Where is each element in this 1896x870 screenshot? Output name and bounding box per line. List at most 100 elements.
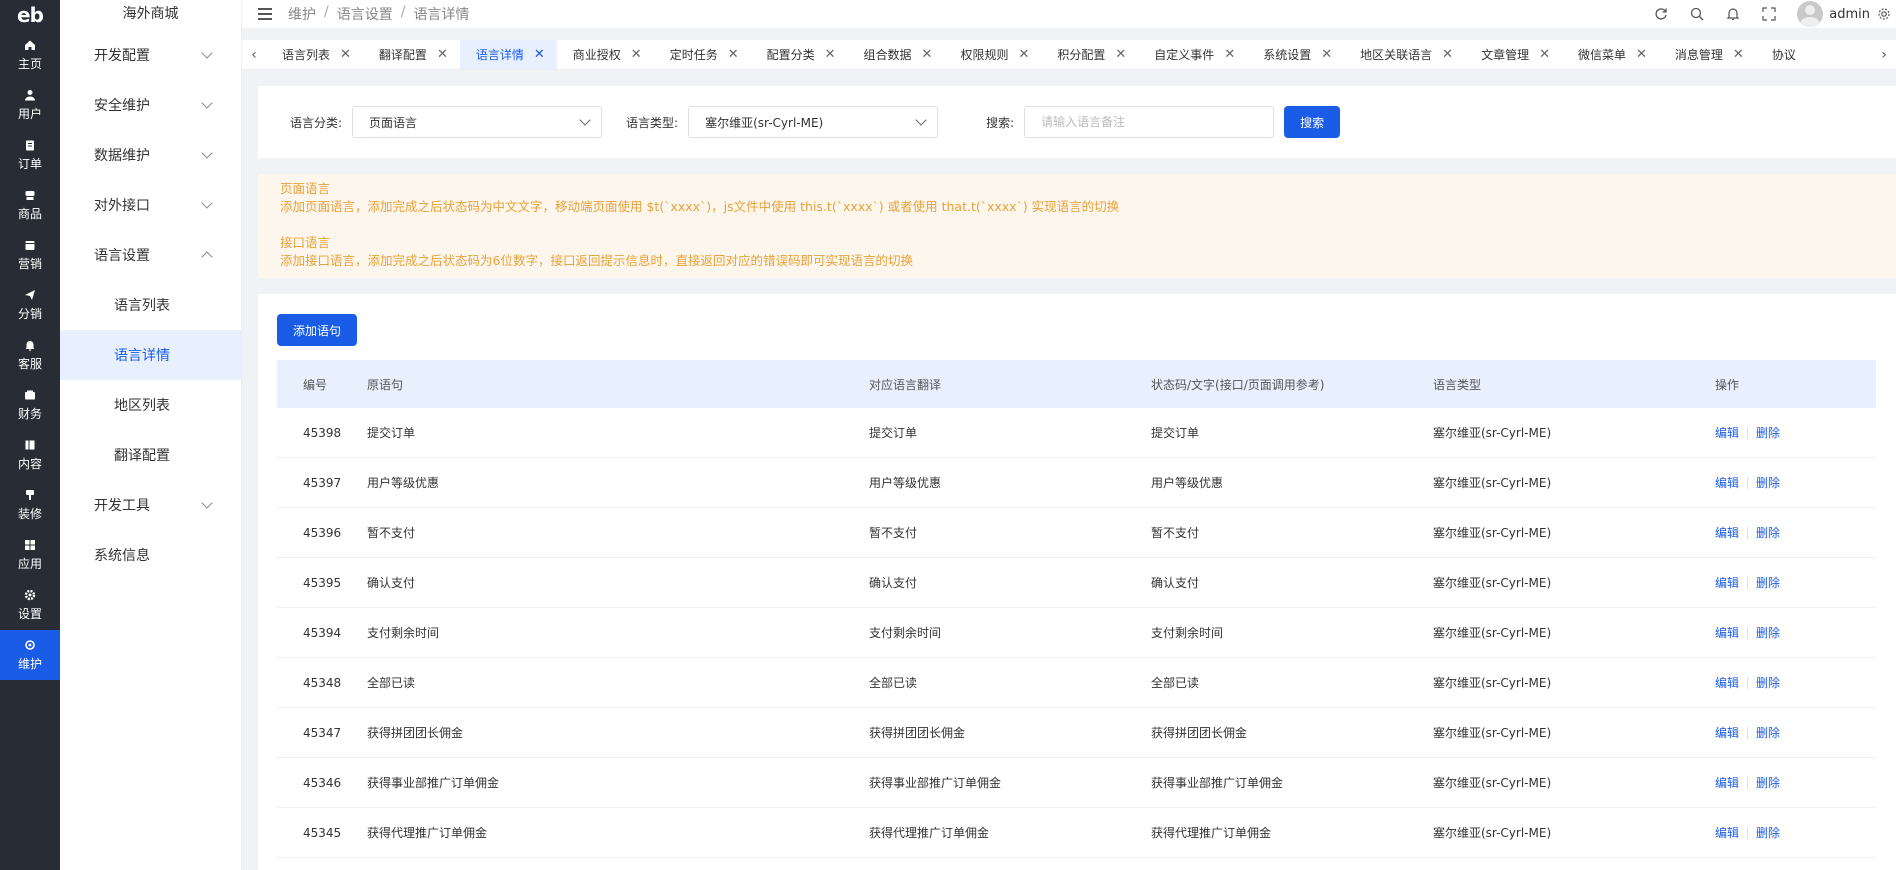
sidebar-subitem-region-list[interactable]: 地区列表 xyxy=(60,380,241,430)
tab-item[interactable]: 协议 xyxy=(1756,40,1808,69)
tab-item[interactable]: 语言详情 ✕ xyxy=(459,40,557,69)
user-menu[interactable]: admin xyxy=(1797,1,1892,27)
nav-item-label: 分销 xyxy=(17,307,42,321)
nav-item-label: 商品 xyxy=(17,207,42,221)
tab-scroll-right-icon[interactable]: › xyxy=(1872,40,1896,69)
tab-item[interactable]: 组合数据 ✕ xyxy=(848,40,945,69)
close-icon[interactable]: ✕ xyxy=(922,47,933,62)
tab-item[interactable]: 定时任务 ✕ xyxy=(654,40,751,69)
tab-item[interactable]: 消息管理 ✕ xyxy=(1659,40,1756,69)
sidebar-item-dev-config[interactable]: 开发配置 xyxy=(60,30,241,80)
delete-link[interactable]: 删除 xyxy=(1756,524,1780,541)
edit-link[interactable]: 编辑 xyxy=(1715,424,1739,441)
search-input[interactable] xyxy=(1024,106,1275,138)
close-icon[interactable]: ✕ xyxy=(1442,47,1453,62)
logo[interactable]: eb xyxy=(0,0,60,30)
delete-link[interactable]: 删除 xyxy=(1756,724,1780,741)
close-icon[interactable]: ✕ xyxy=(437,47,448,62)
delete-link[interactable]: 删除 xyxy=(1756,424,1780,441)
edit-link[interactable]: 编辑 xyxy=(1715,774,1739,791)
breadcrumb-item[interactable]: 维护 xyxy=(288,4,316,24)
tab-item[interactable]: 商业授权 ✕ xyxy=(557,40,654,69)
tab-item[interactable]: 语言列表 ✕ xyxy=(266,40,363,69)
nav-item-gear[interactable]: 设置 xyxy=(0,580,60,630)
close-icon[interactable]: ✕ xyxy=(340,47,351,62)
type-label: 语言类型: xyxy=(626,115,679,130)
sidebar-subitem-translate-config[interactable]: 翻译配置 xyxy=(60,430,241,480)
close-icon[interactable]: ✕ xyxy=(1636,47,1647,62)
close-icon[interactable]: ✕ xyxy=(1321,47,1332,62)
sidebar-item-language[interactable]: 语言设置 xyxy=(60,230,241,280)
close-icon[interactable]: ✕ xyxy=(1539,47,1550,62)
book-icon xyxy=(23,438,37,452)
language-type-select[interactable]: 塞尔维亚(sr-Cyrl-ME) xyxy=(688,106,939,138)
sidebar-item-security[interactable]: 安全维护 xyxy=(60,80,241,130)
nav-item-user[interactable]: 用户 xyxy=(0,80,60,130)
edit-link[interactable]: 编辑 xyxy=(1715,574,1739,591)
nav-item-bell[interactable]: 客服 xyxy=(0,330,60,380)
tab-scroll-left-icon[interactable]: ‹ xyxy=(242,40,266,69)
sidebar-item-api[interactable]: 对外接口 xyxy=(60,180,241,230)
tab-label: 语言详情 xyxy=(475,48,524,62)
nav-item-send[interactable]: 分销 xyxy=(0,280,60,330)
edit-link[interactable]: 编辑 xyxy=(1715,724,1739,741)
delete-link[interactable]: 删除 xyxy=(1756,624,1780,641)
nav-item-wallet[interactable]: 财务 xyxy=(0,380,60,430)
nav-item-maintenance[interactable]: 维护 xyxy=(0,630,60,680)
add-sentence-button[interactable]: 添加语句 xyxy=(277,314,357,346)
close-icon[interactable]: ✕ xyxy=(1018,47,1029,62)
delete-link[interactable]: 删除 xyxy=(1756,674,1780,691)
tab-item[interactable]: 配置分类 ✕ xyxy=(751,40,848,69)
nav-item-grid[interactable]: 应用 xyxy=(0,530,60,580)
sidebar-item-dev-tools[interactable]: 开发工具 xyxy=(60,480,241,530)
sidebar-subitem-language-list[interactable]: 语言列表 xyxy=(60,280,241,330)
close-icon[interactable]: ✕ xyxy=(1224,47,1235,62)
breadcrumb-item[interactable]: 语言设置 xyxy=(337,4,393,24)
sidebar-subitem-language-detail[interactable]: 语言详情 xyxy=(60,330,241,380)
delete-link[interactable]: 删除 xyxy=(1756,824,1780,841)
cell-language-type: 塞尔维亚(sr-Cyrl-ME) xyxy=(1433,826,1552,840)
category-select[interactable]: 页面语言 xyxy=(352,106,603,138)
close-icon[interactable]: ✕ xyxy=(825,47,836,62)
edit-link[interactable]: 编辑 xyxy=(1715,524,1739,541)
tab-item[interactable]: 积分配置 ✕ xyxy=(1041,40,1138,69)
edit-link[interactable]: 编辑 xyxy=(1715,474,1739,491)
cell-language-type: 塞尔维亚(sr-Cyrl-ME) xyxy=(1433,526,1552,540)
close-icon[interactable]: ✕ xyxy=(1733,47,1744,62)
nav-item-home[interactable]: 主页 xyxy=(0,30,60,80)
close-icon[interactable]: ✕ xyxy=(1115,47,1126,62)
search-button[interactable]: 搜索 xyxy=(1284,106,1341,138)
nav-item-book[interactable]: 内容 xyxy=(0,430,60,480)
delete-link[interactable]: 删除 xyxy=(1756,774,1780,791)
delete-link[interactable]: 删除 xyxy=(1756,474,1780,491)
nav-item-calendar[interactable]: 营销 xyxy=(0,230,60,280)
settings-icon[interactable] xyxy=(1876,6,1892,22)
close-icon[interactable]: ✕ xyxy=(631,47,642,62)
fullscreen-icon[interactable] xyxy=(1761,6,1777,22)
tab-item[interactable]: 微信菜单 ✕ xyxy=(1562,40,1659,69)
search-icon[interactable] xyxy=(1689,6,1705,22)
bell-icon[interactable] xyxy=(1725,6,1741,22)
nav-item-brush[interactable]: 装修 xyxy=(0,480,60,530)
tab-item[interactable]: 系统设置 ✕ xyxy=(1247,40,1344,69)
sidebar-item-data[interactable]: 数据维护 xyxy=(60,130,241,180)
nav-item-clipboard[interactable]: 订单 xyxy=(0,130,60,180)
tab-item[interactable]: 权限规则 ✕ xyxy=(944,40,1041,69)
close-icon[interactable]: ✕ xyxy=(728,47,739,62)
close-icon[interactable]: ✕ xyxy=(534,47,545,62)
refresh-icon[interactable] xyxy=(1653,6,1669,22)
menu-toggle-icon[interactable] xyxy=(258,8,272,20)
tab-item[interactable]: 翻译配置 ✕ xyxy=(363,40,460,69)
tab-item[interactable]: 自定义事件 ✕ xyxy=(1138,40,1247,69)
tab-item[interactable]: 地区关联语言 ✕ xyxy=(1344,40,1465,69)
nav-item-shop[interactable]: 商品 xyxy=(0,180,60,230)
edit-link[interactable]: 编辑 xyxy=(1715,624,1739,641)
edit-link[interactable]: 编辑 xyxy=(1715,674,1739,691)
edit-link[interactable]: 编辑 xyxy=(1715,824,1739,841)
sidebar-item-system-info[interactable]: 系统信息 xyxy=(60,530,241,580)
gear-icon xyxy=(23,588,37,602)
notice-desc-page: 添加页面语言，添加完成之后状态码为中文文字，移动端页面使用 $t(`xxxx`)… xyxy=(280,199,1120,214)
delete-link[interactable]: 删除 xyxy=(1756,574,1780,591)
chevron-down-icon xyxy=(201,47,213,59)
tab-item[interactable]: 文章管理 ✕ xyxy=(1465,40,1562,69)
